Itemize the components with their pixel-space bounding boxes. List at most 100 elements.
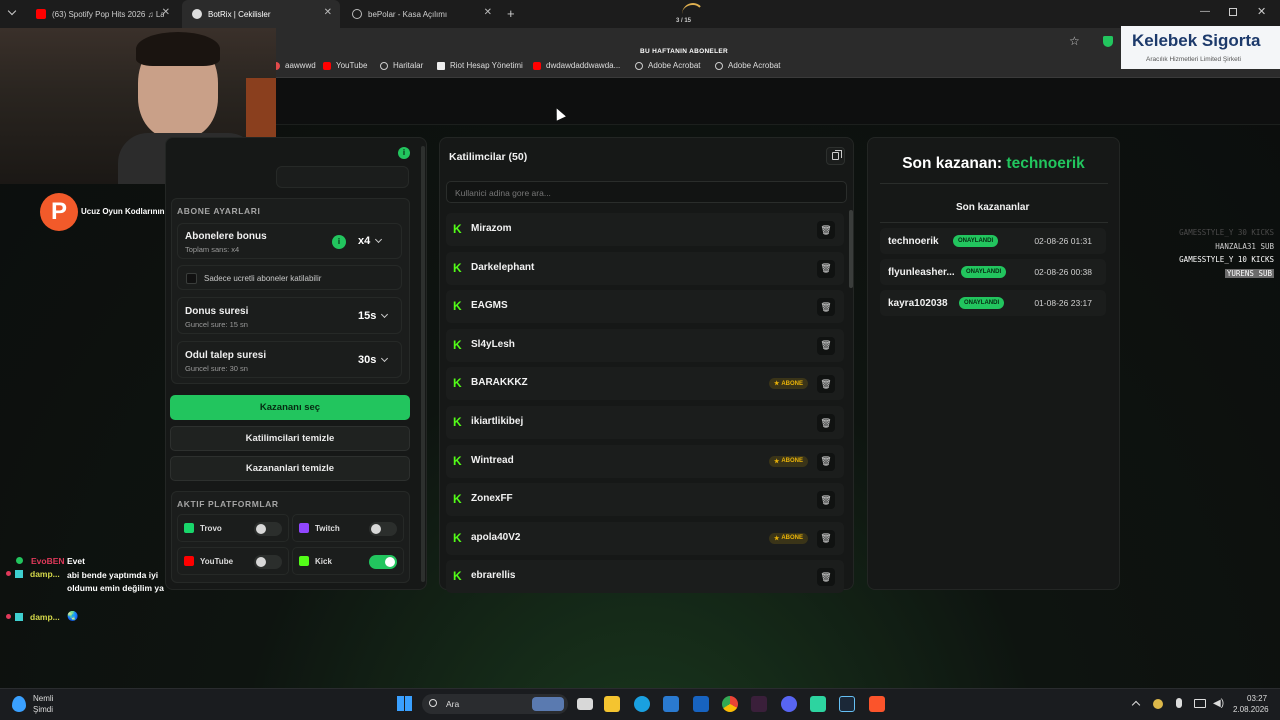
bookmark-item[interactable]: Riot Hesap Yönetimi: [437, 61, 523, 70]
discord-icon[interactable]: [781, 696, 797, 712]
last-winner-heading: Son kazanan: technoerik: [867, 155, 1120, 173]
new-tab-button[interactable]: +: [507, 6, 515, 21]
clock-date[interactable]: 2.08.2026: [1233, 705, 1269, 714]
microphone-icon[interactable]: [1176, 698, 1182, 708]
close-icon[interactable]: ✕: [484, 7, 492, 18]
bonus-time-title: Donus suresi: [185, 306, 249, 317]
trash-icon[interactable]: 🗑: [817, 491, 835, 510]
close-window-icon[interactable]: ✕: [1257, 5, 1266, 18]
trash-icon[interactable]: 🗑: [817, 298, 835, 317]
task-view-icon[interactable]: [577, 698, 593, 710]
clear-participants-button[interactable]: Katilimcilari temizle: [170, 426, 410, 451]
status-badge: ONAYLANDI: [959, 297, 1005, 309]
app-icon[interactable]: [751, 696, 767, 712]
bonus-time-select[interactable]: 15s: [358, 310, 389, 322]
app-icon[interactable]: [810, 696, 826, 712]
trash-icon[interactable]: 🗑: [817, 375, 835, 394]
network-icon[interactable]: [1194, 699, 1206, 708]
tab-label: bePolar - Kasa Açılımı: [368, 9, 448, 19]
bonus-time-sub: Guncel sure: 15 sn: [185, 320, 248, 329]
settings-scrollbar[interactable]: [421, 146, 425, 582]
chrome-icon[interactable]: [722, 696, 738, 712]
file-explorer-icon[interactable]: [604, 696, 620, 712]
bookmark-item[interactable]: YouTube: [323, 61, 367, 70]
webcam-hair: [136, 32, 220, 66]
kick-toggle[interactable]: [369, 555, 397, 569]
bookmark-item[interactable]: Adobe Acrobat: [635, 61, 700, 70]
winners-divider: [880, 222, 1108, 223]
winner-row: flyunleasher... ONAYLANDI 02-08-26 00:38: [880, 259, 1106, 285]
trash-icon[interactable]: 🗑: [817, 221, 835, 239]
tab-label: (63) Spotify Pop Hits 2026 ♫ La: [52, 9, 164, 19]
taskbar-search[interactable]: Ara: [422, 694, 568, 714]
participant-name: ikiartlikibej: [471, 416, 524, 427]
trash-icon[interactable]: 🗑: [817, 336, 835, 355]
bookmark-item[interactable]: dwdawdaddwawda...: [533, 61, 620, 70]
windows-start-icon[interactable]: [397, 696, 412, 711]
claim-time-select[interactable]: 30s: [358, 354, 389, 366]
event-item: HANZALA31 SUB: [1215, 241, 1274, 251]
winner-row: technoerik ONAYLANDI 02-08-26 01:31: [880, 228, 1106, 254]
outlook-icon[interactable]: [693, 696, 709, 712]
maximize-icon[interactable]: [1229, 8, 1237, 16]
shield-icon[interactable]: [1103, 36, 1113, 47]
chat-user: damp...: [30, 612, 60, 622]
chat-message: EvoBEN Evet: [6, 555, 166, 568]
trash-icon[interactable]: 🗑: [817, 568, 835, 587]
info-icon[interactable]: i: [332, 235, 346, 249]
trash-icon[interactable]: 🗑: [817, 529, 835, 548]
pick-winner-button[interactable]: Kazananı seç: [170, 395, 410, 420]
kick-icon: K: [453, 376, 462, 391]
weather-label[interactable]: Nemli: [33, 694, 53, 703]
twitch-toggle[interactable]: [369, 522, 397, 536]
steam-icon[interactable]: [839, 696, 855, 712]
trash-icon[interactable]: 🗑: [817, 452, 835, 471]
bookmark-item[interactable]: Adobe Acrobat: [715, 61, 780, 70]
trovo-toggle[interactable]: [254, 522, 282, 536]
edge-icon[interactable]: [634, 696, 650, 712]
settings-input-strip[interactable]: [276, 166, 409, 188]
sponsor-subtitle: Aracılık Hizmetleri Limited Şirketi: [1146, 56, 1241, 63]
minimize-icon[interactable]: —: [1200, 6, 1210, 17]
kick-icon: K: [453, 492, 462, 507]
copy-icon[interactable]: [826, 147, 845, 165]
twitch-icon: [299, 523, 309, 533]
tray-app-icon[interactable]: [1153, 699, 1163, 709]
paid-only-row[interactable]: Sadece ucretli aboneler katilabilir: [177, 265, 402, 290]
platform-trovo[interactable]: Trovo: [177, 514, 289, 542]
info-icon[interactable]: i: [398, 147, 410, 159]
participants-scrollbar[interactable]: [849, 210, 853, 288]
clear-winners-button[interactable]: Kazananlari temizle: [170, 456, 410, 481]
trash-icon[interactable]: 🗑: [817, 414, 835, 432]
participant-search-input[interactable]: Kullanici adina gore ara...: [446, 181, 847, 203]
tab-bepolar[interactable]: bePolar - Kasa Açılımı ✕: [342, 0, 500, 28]
close-icon[interactable]: ✕: [162, 7, 170, 18]
clock-time[interactable]: 03:27: [1247, 694, 1267, 703]
youtube-toggle[interactable]: [254, 555, 282, 569]
tab-spotify[interactable]: (63) Spotify Pop Hits 2026 ♫ La ✕: [26, 0, 178, 28]
participant-row: K ZonexFF 🗑: [446, 483, 844, 517]
bookmark-item[interactable]: Haritalar: [380, 61, 423, 70]
trash-icon[interactable]: 🗑: [817, 259, 835, 278]
participant-row: Kebrarellis 🗑: [446, 560, 844, 594]
brave-icon[interactable]: [869, 696, 885, 712]
user-badge-icon: [15, 570, 23, 578]
tab-list-chevron-icon[interactable]: [7, 6, 17, 16]
bookmark-item[interactable]: aawwwd: [272, 61, 316, 70]
platform-youtube[interactable]: YouTube: [177, 547, 289, 575]
star-icon[interactable]: ☆: [1069, 34, 1080, 48]
riot-icon: [437, 61, 445, 70]
close-icon[interactable]: ✕: [324, 7, 332, 18]
weather-icon[interactable]: [12, 696, 26, 712]
tab-botrix[interactable]: BotRix | Cekilisler ✕: [182, 0, 340, 28]
chat-user: damp...: [30, 569, 60, 579]
store-icon[interactable]: [663, 696, 679, 712]
chevron-down-icon: [375, 235, 383, 244]
claim-time-row: Odul talep suresi Guncel sure: 30 sn 30s: [177, 341, 402, 378]
volume-icon[interactable]: ◀): [1213, 698, 1224, 709]
paid-only-checkbox[interactable]: [186, 273, 197, 284]
platform-kick[interactable]: Kick: [292, 547, 404, 575]
platform-twitch[interactable]: Twitch: [292, 514, 404, 542]
sub-bonus-select[interactable]: x4: [358, 235, 383, 247]
chat-overlay: EvoBEN Evet damp... abi bende yaptımda i…: [6, 555, 166, 624]
